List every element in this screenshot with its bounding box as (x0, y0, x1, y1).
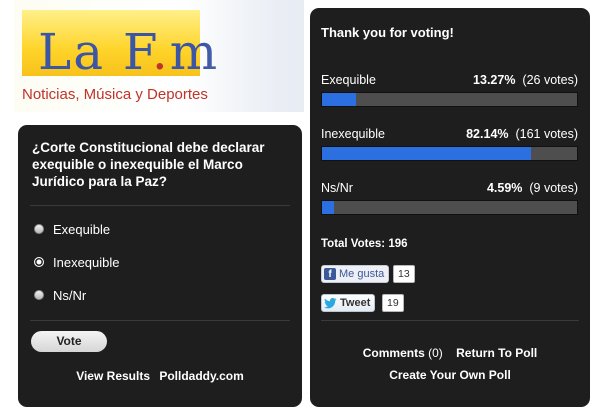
logo-tagline: Noticias, Música y Deportes (22, 86, 208, 103)
return-to-poll-link[interactable]: Return To Poll (456, 346, 537, 360)
comments-count: (0) (428, 346, 443, 360)
comments-link[interactable]: Comments (363, 346, 425, 360)
result-bar-fill (322, 93, 356, 106)
result-bar-fill (322, 147, 532, 160)
option-label: Exequible (53, 221, 111, 237)
poll-footer-links: View Results Polldaddy.com (18, 369, 302, 383)
result-bar-track (321, 146, 578, 161)
results-links: Comments (0) Return To Poll (310, 346, 590, 360)
radio-button[interactable] (34, 224, 44, 234)
radio-button[interactable] (34, 290, 44, 300)
result-label: Exequible (321, 73, 376, 87)
twitter-bird-icon (324, 297, 337, 309)
like-label: Me gusta (339, 268, 385, 280)
result-bar-track (321, 92, 578, 107)
result-bar-fill (322, 201, 334, 214)
results-panel: Thank you for voting! Exequible 13.27% (… (310, 8, 590, 407)
create-poll-row: Create Your Own Poll (310, 368, 590, 382)
divider (30, 320, 290, 321)
option-label: Inexequible (53, 254, 120, 270)
view-results-link[interactable]: View Results (76, 369, 150, 383)
facebook-like-button[interactable]: f Me gusta (321, 265, 390, 283)
create-your-own-poll-link[interactable]: Create Your Own Poll (389, 368, 511, 382)
poll-panel: ¿Corte Constitucional debe declarar exeq… (18, 125, 302, 407)
like-count: 13 (393, 265, 415, 283)
poll-question: ¿Corte Constitucional debe declarar exeq… (32, 140, 265, 189)
logo-text: La F.m (38, 23, 220, 81)
poll-option-ns-nr[interactable]: Ns/Nr (34, 286, 86, 304)
la-fm-logo: La F.m (22, 10, 217, 81)
vote-button[interactable]: Vote (31, 331, 107, 352)
result-percent: 13.27% (26 votes) (473, 73, 578, 87)
result-label: Ns/Nr (321, 181, 353, 195)
result-percent: 82.14% (161 votes) (466, 127, 578, 141)
polldaddy-link[interactable]: Polldaddy.com (159, 369, 243, 383)
site-banner: La F.m Noticias, Música y Deportes (14, 0, 304, 112)
thanks-heading: Thank you for voting! (321, 25, 454, 40)
banner-gradient (204, 0, 304, 112)
divider (30, 205, 290, 206)
result-percent: 4.59% (9 votes) (486, 181, 578, 195)
tweet-count: 19 (382, 294, 404, 312)
option-label: Ns/Nr (53, 287, 87, 303)
tweet-label: Tweet (340, 297, 371, 309)
divider (321, 320, 579, 321)
poll-option-inexequible[interactable]: Inexequible (34, 253, 120, 271)
result-label: Inexequible (321, 127, 385, 141)
result-bar-track (321, 200, 578, 215)
total-votes: Total Votes: 196 (321, 238, 408, 250)
facebook-icon: f (324, 268, 336, 280)
radio-button[interactable] (34, 257, 44, 267)
poll-option-exequible[interactable]: Exequible (34, 220, 110, 238)
tweet-button[interactable]: Tweet (321, 294, 376, 312)
